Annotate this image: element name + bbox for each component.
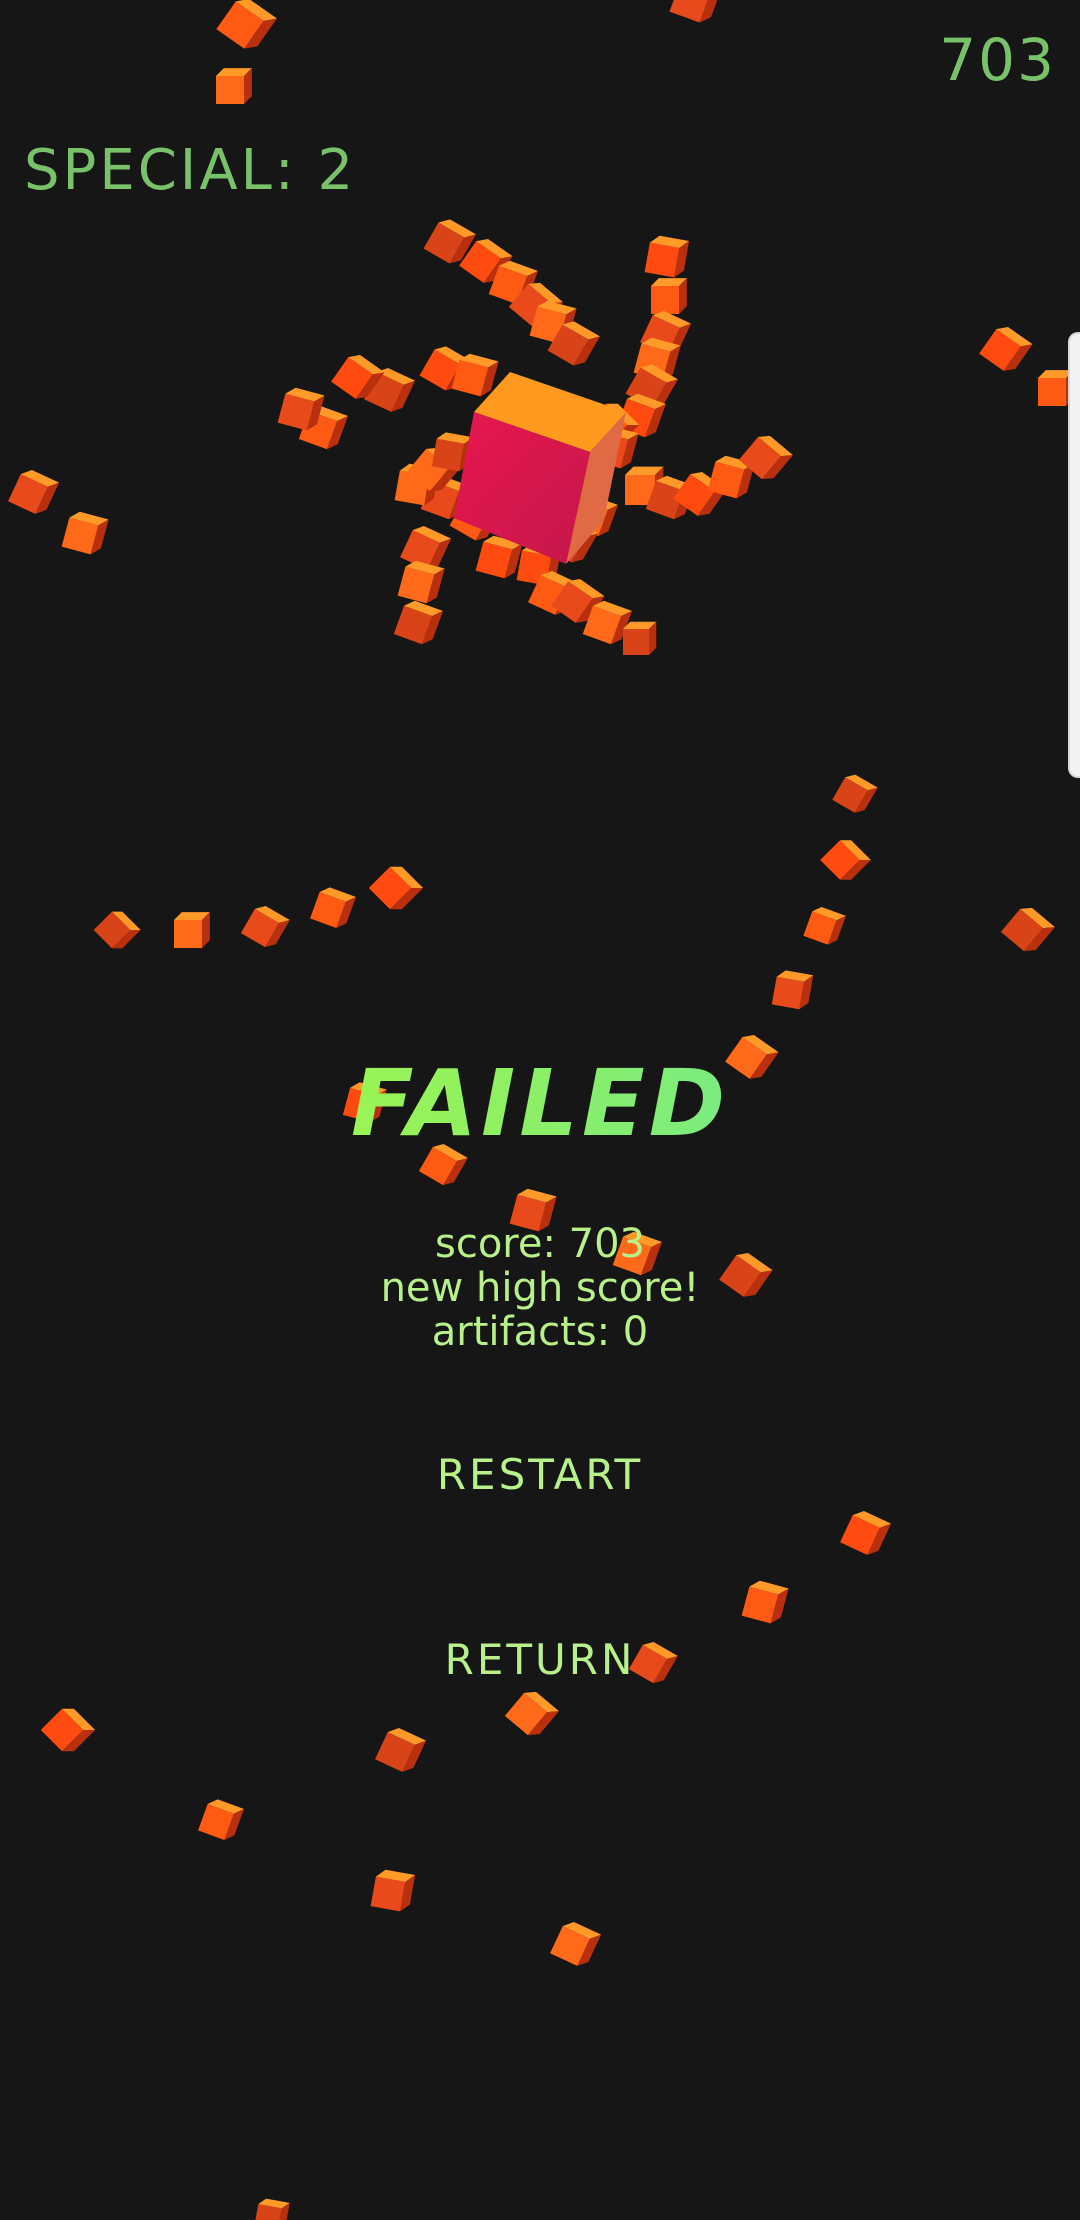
game-screen: 703 SPECIAL: 2 FAILED score: 703 new hig… — [0, 0, 1080, 2220]
particle-cube — [771, 970, 814, 1010]
particle-cube — [550, 1922, 602, 1966]
restart-button[interactable]: RESTART — [0, 1450, 1080, 1499]
particle-cube — [240, 906, 290, 948]
particle-cube — [216, 0, 277, 49]
artifacts-count: artifacts: 0 — [431, 1309, 649, 1355]
final-score: score: 703 — [434, 1221, 646, 1267]
hud-special-count: SPECIAL: 2 — [24, 138, 357, 203]
particle-cube — [651, 278, 687, 314]
particle-cube — [8, 470, 60, 514]
particle-cube — [623, 621, 657, 655]
particle-cube — [375, 1728, 427, 1772]
hud-score: 703 — [939, 26, 1056, 94]
particle-cube — [61, 511, 109, 555]
high-score-notice: new high score! — [380, 1265, 700, 1311]
particle-cube — [803, 906, 846, 945]
particle-cube — [368, 866, 424, 910]
particle-cube — [93, 911, 141, 949]
result-stats: score: 703 new high score! artifacts: 0 — [0, 1222, 1080, 1354]
particle-cube — [832, 774, 878, 813]
failed-title: FAILED — [0, 1050, 1080, 1157]
particle-cube — [979, 327, 1033, 371]
particle-cube — [174, 912, 210, 948]
particle-cube — [310, 887, 356, 928]
particle-cube — [370, 1869, 416, 1912]
particle-cube — [504, 1691, 559, 1736]
edge-panel-handle[interactable] — [1068, 332, 1080, 778]
particle-cube — [820, 840, 871, 880]
particle-cube — [741, 1580, 789, 1624]
particle-cube — [669, 0, 722, 23]
particle-cube — [644, 235, 690, 278]
particle-cube — [393, 600, 443, 645]
return-button[interactable]: RETURN — [0, 1635, 1080, 1684]
particle-cube — [840, 1511, 892, 1555]
particle-cube — [40, 1708, 96, 1752]
particle-cube — [254, 2198, 290, 2220]
particle-cube — [198, 1799, 244, 1840]
particle-cube — [216, 68, 252, 104]
particle-cube — [1000, 907, 1055, 952]
